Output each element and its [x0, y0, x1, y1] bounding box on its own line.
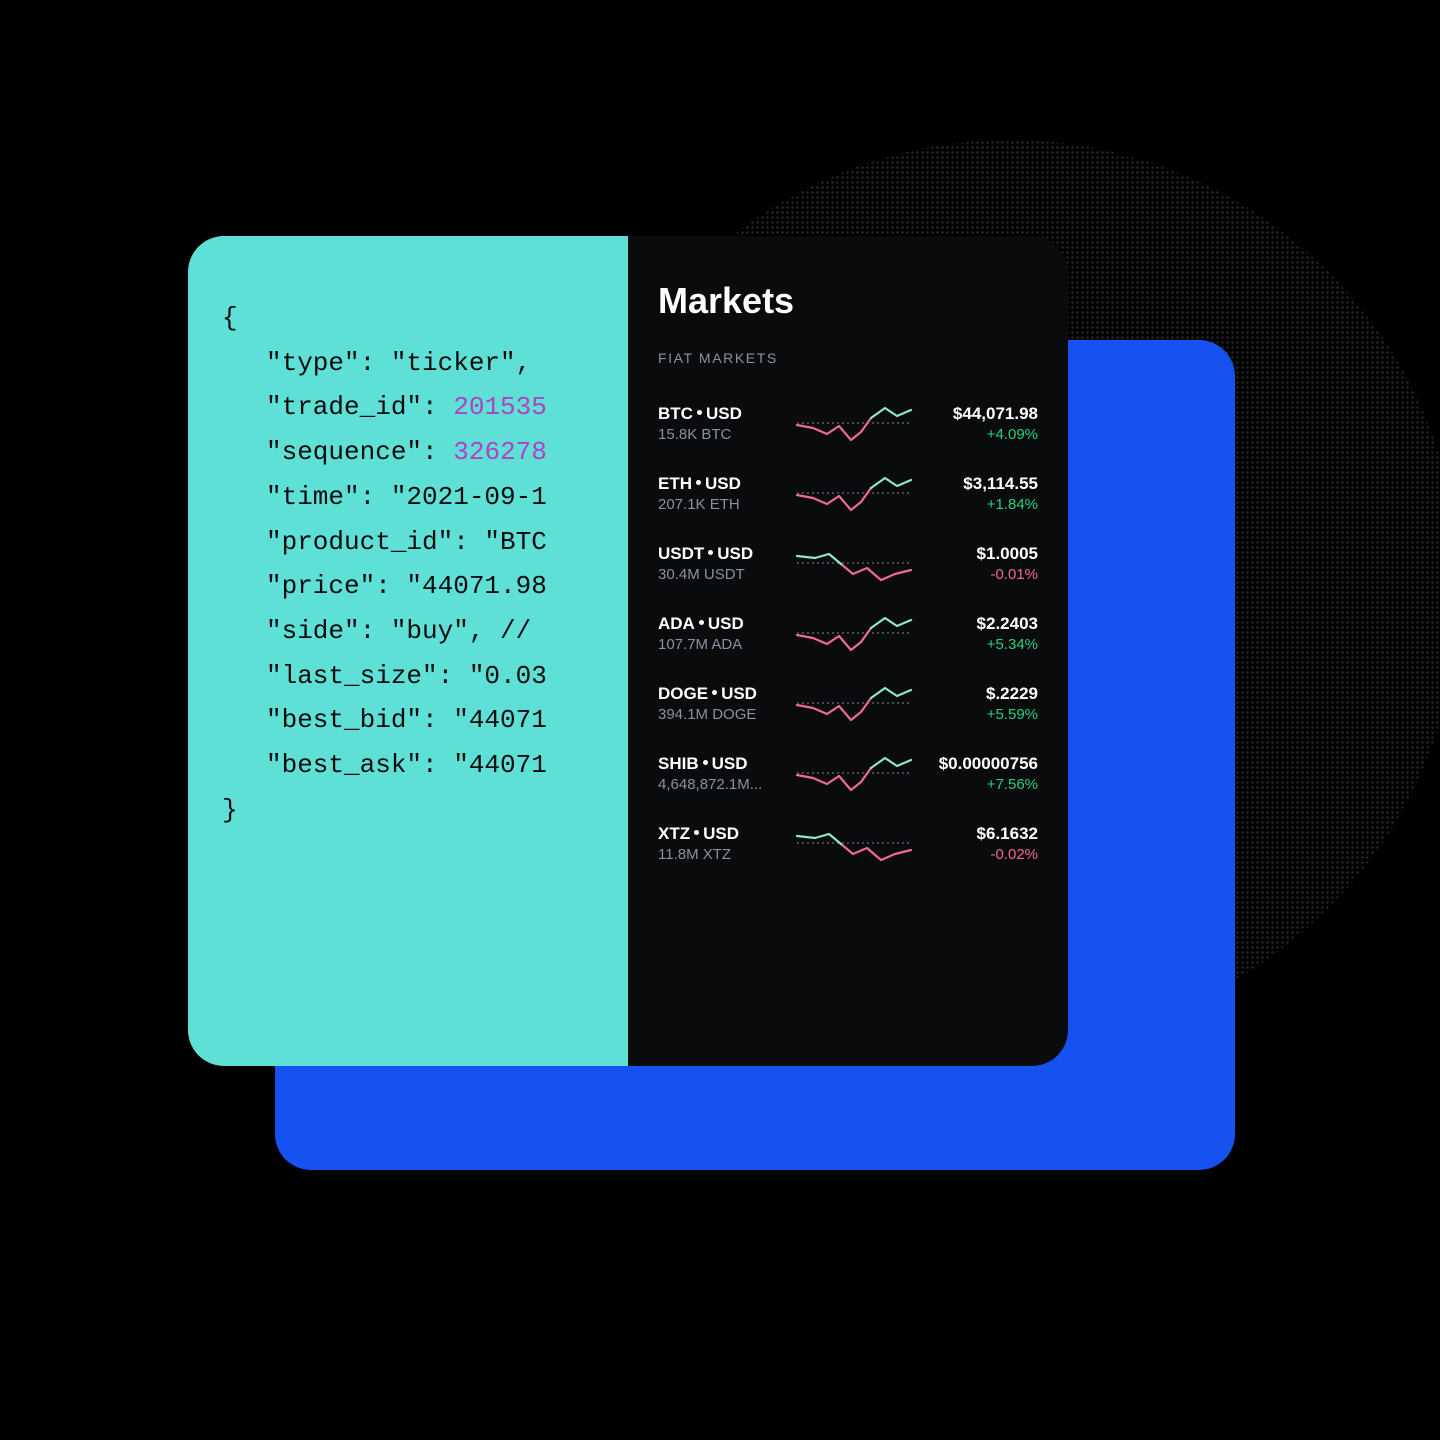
market-row-shib[interactable]: SHIBUSD 4,648,872.1M... $0.00000756 +7.56%: [658, 738, 1038, 808]
code-line: "trade_id": 201535: [222, 385, 628, 430]
market-change: -0.01%: [926, 566, 1038, 583]
separator-dot-icon: [696, 480, 701, 485]
code-line: "side": "buy", //: [222, 609, 628, 654]
market-change: +5.34%: [926, 636, 1038, 653]
market-volume: 394.1M DOGE: [658, 706, 782, 723]
market-row-xtz[interactable]: XTZUSD 11.8M XTZ $6.1632 -0.02%: [658, 808, 1038, 878]
market-left: DOGEUSD 394.1M DOGE: [658, 684, 782, 723]
market-change: +1.84%: [926, 496, 1038, 513]
sparkline-icon: [795, 470, 913, 516]
market-right: $6.1632 -0.02%: [926, 824, 1038, 863]
markets-panel: Markets FIAT MARKETS BTCUSD 15.8K BTC $44,…: [628, 236, 1068, 1066]
market-price: $2.2403: [926, 614, 1038, 634]
sparkline-icon: [795, 680, 913, 726]
market-volume: 11.8M XTZ: [658, 846, 782, 863]
market-price: $.2229: [926, 684, 1038, 704]
market-left: USDTUSD 30.4M USDT: [658, 544, 782, 583]
market-volume: 4,648,872.1M...: [658, 776, 782, 793]
separator-dot-icon: [697, 410, 702, 415]
market-row-btc[interactable]: BTCUSD 15.8K BTC $44,071.98 +4.09%: [658, 388, 1038, 458]
market-price: $3,114.55: [926, 474, 1038, 494]
market-pair: BTCUSD: [658, 404, 782, 424]
market-change: +7.56%: [926, 776, 1038, 793]
code-line: "last_size": "0.03: [222, 654, 628, 699]
market-change: -0.02%: [926, 846, 1038, 863]
market-price: $0.00000756: [926, 754, 1038, 774]
separator-dot-icon: [699, 620, 704, 625]
code-line: {: [222, 296, 628, 341]
market-change: +4.09%: [926, 426, 1038, 443]
market-pair: ADAUSD: [658, 614, 782, 634]
sparkline-icon: [795, 400, 913, 446]
market-pair: ETHUSD: [658, 474, 782, 494]
separator-dot-icon: [694, 830, 699, 835]
market-right: $1.0005 -0.01%: [926, 544, 1038, 583]
code-line: "best_bid": "44071: [222, 698, 628, 743]
market-pair: SHIBUSD: [658, 754, 782, 774]
code-line: "sequence": 326278: [222, 430, 628, 475]
separator-dot-icon: [703, 760, 708, 765]
markets-subtitle: FIAT MARKETS: [658, 350, 1038, 366]
market-right: $2.2403 +5.34%: [926, 614, 1038, 653]
market-volume: 107.7M ADA: [658, 636, 782, 653]
separator-dot-icon: [712, 690, 717, 695]
market-left: SHIBUSD 4,648,872.1M...: [658, 754, 782, 793]
market-left: ADAUSD 107.7M ADA: [658, 614, 782, 653]
code-line: "best_ask": "44071: [222, 743, 628, 788]
code-line: "type": "ticker",: [222, 341, 628, 386]
code-line: "time": "2021-09-1: [222, 475, 628, 520]
code-snippet-card: {"type": "ticker","trade_id": 201535"seq…: [188, 236, 628, 1066]
market-volume: 207.1K ETH: [658, 496, 782, 513]
market-price: $44,071.98: [926, 404, 1038, 424]
market-left: XTZUSD 11.8M XTZ: [658, 824, 782, 863]
separator-dot-icon: [708, 550, 713, 555]
market-right: $3,114.55 +1.84%: [926, 474, 1038, 513]
market-right: $44,071.98 +4.09%: [926, 404, 1038, 443]
code-line: "product_id": "BTC: [222, 520, 628, 565]
market-left: BTCUSD 15.8K BTC: [658, 404, 782, 443]
market-price: $6.1632: [926, 824, 1038, 844]
market-left: ETHUSD 207.1K ETH: [658, 474, 782, 513]
market-right: $.2229 +5.59%: [926, 684, 1038, 723]
market-row-usdt[interactable]: USDTUSD 30.4M USDT $1.0005 -0.01%: [658, 528, 1038, 598]
market-price: $1.0005: [926, 544, 1038, 564]
markets-title: Markets: [658, 280, 1038, 322]
sparkline-icon: [795, 820, 913, 866]
market-volume: 30.4M USDT: [658, 566, 782, 583]
market-row-doge[interactable]: DOGEUSD 394.1M DOGE $.2229 +5.59%: [658, 668, 1038, 738]
market-pair: DOGEUSD: [658, 684, 782, 704]
market-row-ada[interactable]: ADAUSD 107.7M ADA $2.2403 +5.34%: [658, 598, 1038, 668]
market-row-eth[interactable]: ETHUSD 207.1K ETH $3,114.55 +1.84%: [658, 458, 1038, 528]
market-pair: XTZUSD: [658, 824, 782, 844]
sparkline-icon: [795, 610, 913, 656]
market-change: +5.59%: [926, 706, 1038, 723]
code-line: }: [222, 788, 628, 833]
market-right: $0.00000756 +7.56%: [926, 754, 1038, 793]
sparkline-icon: [795, 540, 913, 586]
market-volume: 15.8K BTC: [658, 426, 782, 443]
sparkline-icon: [795, 750, 913, 796]
markets-list: BTCUSD 15.8K BTC $44,071.98 +4.09% ETHUSD 207…: [658, 388, 1038, 878]
code-line: "price": "44071.98: [222, 564, 628, 609]
market-pair: USDTUSD: [658, 544, 782, 564]
